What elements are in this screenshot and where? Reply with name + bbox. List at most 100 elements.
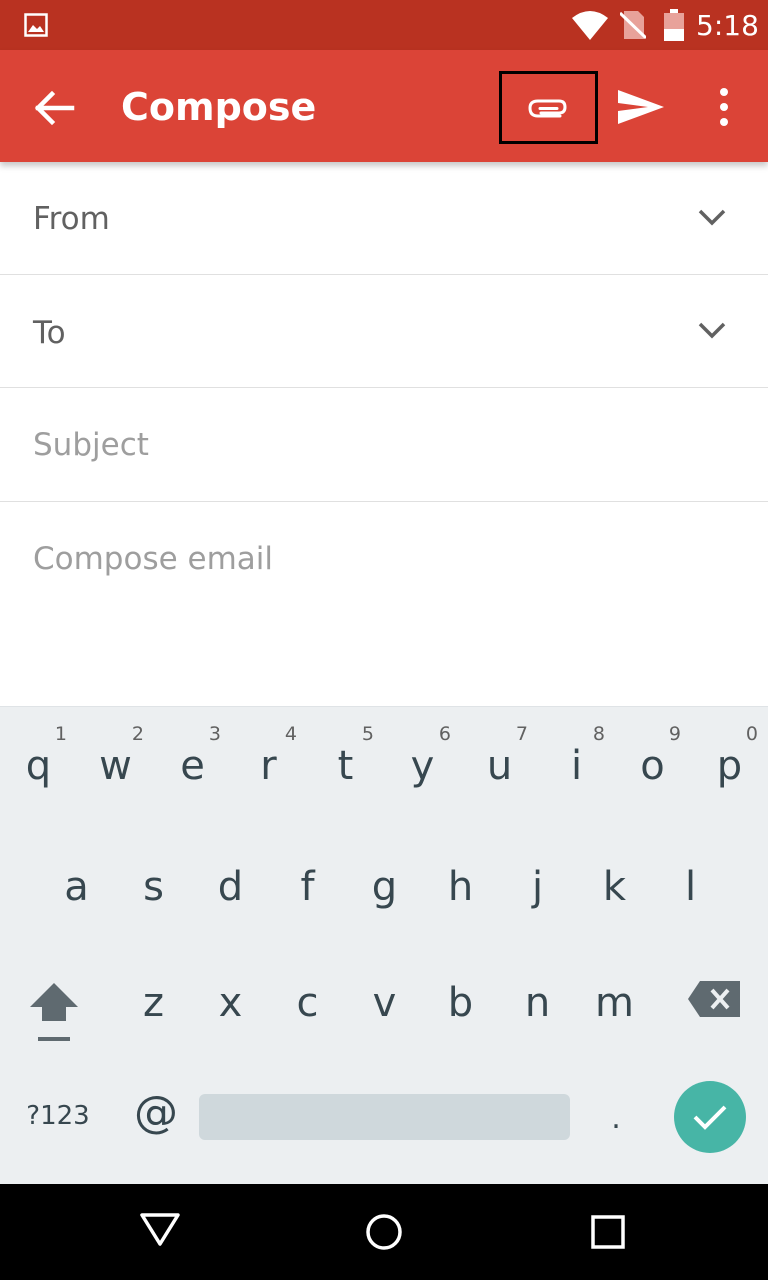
key-d[interactable]: d	[192, 829, 269, 939]
backspace-key[interactable]	[686, 977, 744, 1021]
status-bar: 5:18	[0, 0, 768, 50]
key-g[interactable]: g	[346, 829, 423, 939]
key-a[interactable]: a	[38, 829, 115, 939]
symbols-key[interactable]: ?123	[18, 1101, 98, 1131]
space-key[interactable]	[199, 1094, 570, 1140]
back-triangle-icon[interactable]	[138, 1210, 182, 1250]
key-w[interactable]: 2w	[77, 707, 154, 817]
key-label: t	[337, 743, 354, 789]
attach-button[interactable]	[499, 71, 598, 144]
chevron-down-icon[interactable]	[696, 206, 728, 228]
key-label: n	[524, 980, 551, 1026]
key-c[interactable]: c	[269, 947, 346, 1057]
to-field[interactable]: To	[0, 275, 768, 388]
app-bar: Compose	[0, 50, 768, 162]
key-hint: 1	[54, 723, 67, 745]
key-s[interactable]: s	[115, 829, 192, 939]
compose-email-placeholder: Compose email	[33, 541, 274, 577]
key-label: z	[143, 980, 164, 1026]
key-f[interactable]: f	[269, 829, 346, 939]
send-icon	[618, 90, 664, 124]
key-label: y	[410, 743, 435, 789]
from-label: From	[33, 201, 110, 237]
key-t[interactable]: 5t	[307, 707, 384, 817]
shift-key[interactable]	[22, 977, 86, 1049]
key-i[interactable]: 8i	[538, 707, 615, 817]
recents-square-icon[interactable]	[590, 1214, 626, 1250]
checkmark-icon	[693, 1105, 727, 1130]
key-label: f	[300, 864, 315, 910]
key-label: p	[716, 743, 743, 789]
key-e[interactable]: 3e	[154, 707, 231, 817]
shift-arrow-icon	[30, 983, 78, 1041]
key-r[interactable]: 4r	[230, 707, 307, 817]
key-o[interactable]: 9o	[614, 707, 691, 817]
attach-icon	[527, 99, 567, 117]
back-arrow-icon	[34, 90, 75, 126]
period-key[interactable]: .	[596, 1101, 636, 1136]
enter-key[interactable]	[674, 1081, 746, 1153]
image-notification-icon	[24, 13, 48, 37]
key-hint: 3	[208, 723, 221, 745]
compose-email-field[interactable]: Compose email	[0, 502, 768, 706]
key-label: g	[371, 864, 398, 910]
key-label: s	[143, 864, 164, 910]
key-label: u	[486, 743, 513, 789]
key-label: j	[531, 864, 544, 910]
keyboard: 1q 2w 3e 4r 5t 6y 7u 8i 9o 0p a s d f g …	[0, 706, 768, 1184]
chevron-down-icon[interactable]	[696, 319, 728, 341]
key-m[interactable]: m	[576, 947, 653, 1057]
key-v[interactable]: v	[346, 947, 423, 1057]
key-label: e	[180, 743, 205, 789]
key-hint: 8	[592, 723, 605, 745]
subject-placeholder: Subject	[33, 427, 149, 463]
key-hint: 9	[668, 723, 681, 745]
key-q[interactable]: 1q	[0, 707, 77, 817]
at-key[interactable]: @	[128, 1087, 184, 1138]
key-u[interactable]: 7u	[461, 707, 538, 817]
key-label: v	[372, 980, 397, 1026]
key-label: a	[64, 864, 89, 910]
page-title: Compose	[121, 85, 317, 129]
key-label: l	[684, 864, 697, 910]
back-button[interactable]	[30, 84, 82, 132]
key-p[interactable]: 0p	[691, 707, 768, 817]
key-j[interactable]: j	[499, 829, 576, 939]
navigation-bar	[0, 1184, 768, 1280]
key-label: r	[260, 743, 277, 789]
key-x[interactable]: x	[192, 947, 269, 1057]
key-k[interactable]: k	[576, 829, 653, 939]
key-label: x	[218, 980, 243, 1026]
key-label: i	[570, 743, 583, 789]
key-hint: 0	[745, 723, 758, 745]
wifi-icon	[572, 11, 608, 40]
key-n[interactable]: n	[499, 947, 576, 1057]
key-y[interactable]: 6y	[384, 707, 461, 817]
key-label: h	[447, 864, 474, 910]
key-hint: 5	[361, 723, 374, 745]
key-label: q	[25, 743, 52, 789]
send-button[interactable]	[614, 80, 668, 134]
key-label: d	[217, 864, 244, 910]
key-label: w	[99, 743, 132, 789]
key-z[interactable]: z	[115, 947, 192, 1057]
key-l[interactable]: l	[652, 829, 729, 939]
key-hint: 6	[438, 723, 451, 745]
key-hint: 4	[284, 723, 297, 745]
no-sim-icon	[620, 11, 646, 39]
from-field[interactable]: From	[0, 162, 768, 275]
key-label: b	[447, 980, 474, 1026]
key-hint: 2	[131, 723, 144, 745]
home-circle-icon[interactable]	[364, 1212, 404, 1252]
more-vert-icon	[720, 88, 728, 126]
key-h[interactable]: h	[422, 829, 499, 939]
backspace-icon	[688, 981, 740, 1017]
to-label: To	[33, 315, 66, 351]
key-b[interactable]: b	[422, 947, 499, 1057]
key-label: k	[602, 864, 627, 910]
key-label: o	[640, 743, 665, 789]
more-options-button[interactable]	[706, 86, 742, 128]
key-hint: 7	[515, 723, 528, 745]
battery-icon	[664, 9, 684, 41]
subject-field[interactable]: Subject	[0, 388, 768, 502]
